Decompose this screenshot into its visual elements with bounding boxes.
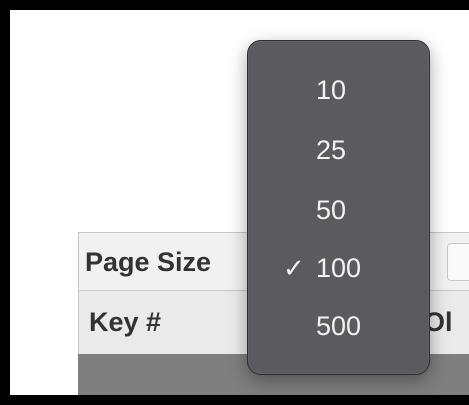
- menu-item-label: 50: [316, 195, 347, 225]
- checkmark-icon: ✓: [283, 253, 305, 283]
- column-header-key[interactable]: Key #: [89, 307, 161, 338]
- screenshot-frame: Page Size Key # Ol 10 25 50 ✓ 100 500: [10, 10, 469, 395]
- menu-item-100[interactable]: ✓ 100: [248, 245, 429, 299]
- menu-item-10[interactable]: 10: [248, 67, 429, 121]
- page-size-label: Page Size: [85, 247, 212, 277]
- menu-item-label: 25: [316, 135, 347, 165]
- menu-item-label: 100: [316, 253, 362, 283]
- menu-item-50[interactable]: 50: [248, 187, 429, 241]
- menu-item-500[interactable]: 500: [248, 303, 429, 357]
- menu-item-label: 10: [316, 75, 347, 105]
- page-size-dropdown-menu: 10 25 50 ✓ 100 500: [247, 40, 430, 375]
- menu-item-label: 500: [316, 311, 362, 341]
- menu-item-25[interactable]: 25: [248, 127, 429, 181]
- page-size-select[interactable]: [447, 243, 469, 281]
